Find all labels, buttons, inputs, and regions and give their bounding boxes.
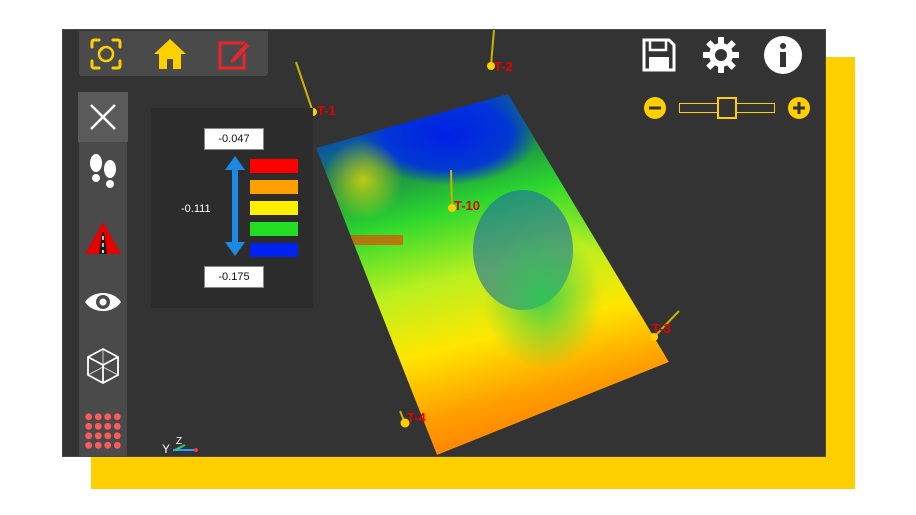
road-warning-button[interactable]: [83, 218, 123, 258]
grid-dots-icon: [85, 413, 121, 449]
zoom-in-icon[interactable]: [787, 96, 811, 120]
marker-label-t1: T-1: [317, 103, 336, 118]
legend-mid-value: -0.111: [181, 203, 211, 215]
close-icon: [90, 104, 116, 130]
point-grid-button[interactable]: [83, 412, 123, 452]
legend-swatch-blue: [250, 243, 298, 257]
legend-min-value: -0.175: [204, 266, 264, 288]
legend-swatch-red: [250, 159, 298, 173]
legend-swatch-green: [250, 222, 298, 236]
zoom-slider-handle[interactable]: [717, 97, 737, 119]
settings-button[interactable]: [699, 33, 743, 77]
marker-label-t2: T-2: [494, 59, 513, 74]
left-tool-panel: [79, 92, 127, 456]
zoom-control: [643, 92, 813, 120]
close-button[interactable]: [78, 92, 128, 142]
cube-icon: [87, 347, 119, 385]
scan-surface: [316, 94, 669, 455]
info-icon: [764, 36, 802, 74]
focus-camera-button[interactable]: [87, 36, 125, 72]
camera-focus-icon: [90, 38, 122, 70]
edit-icon: [218, 41, 251, 70]
gear-icon: [703, 37, 739, 73]
legend-swatch-orange: [250, 180, 298, 194]
marker-label-t4: T-4: [407, 410, 426, 425]
warning-road-icon: [85, 222, 121, 254]
visibility-button[interactable]: [83, 282, 123, 322]
elevation-legend: -0.047 -0.111 -0.175: [151, 108, 313, 308]
top-toolbar: [79, 31, 268, 76]
marker-label-t10: T-10: [454, 198, 481, 213]
edit-button[interactable]: [215, 36, 253, 72]
home-button[interactable]: [151, 36, 189, 72]
home-icon: [154, 39, 186, 69]
3d-view-button[interactable]: [83, 346, 123, 386]
legend-max-value: -0.047: [204, 128, 264, 150]
footsteps-icon: [90, 154, 116, 188]
legend-range-arrow: [225, 156, 245, 256]
axis-z-label: Z: [176, 436, 183, 447]
eye-icon: [85, 293, 121, 311]
marker-label-t3: T-3: [652, 321, 671, 336]
save-button[interactable]: [637, 33, 681, 77]
axis-y-label: Y: [162, 442, 171, 456]
legend-swatch-yellow: [250, 201, 298, 215]
footsteps-button[interactable]: [83, 152, 123, 192]
info-button[interactable]: [761, 33, 805, 77]
app-viewport: T-1 T-2 T-10 T-3 T-4 Y Z -0.047 -0.111 -…: [62, 29, 826, 457]
save-icon: [642, 38, 676, 72]
zoom-out-icon[interactable]: [643, 96, 667, 120]
